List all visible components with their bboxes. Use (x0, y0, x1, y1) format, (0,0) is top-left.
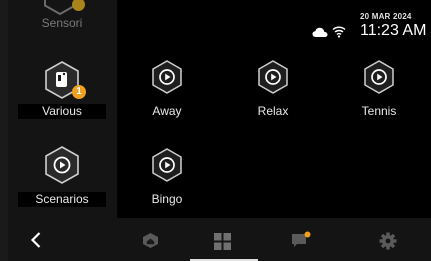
notification-dot (72, 0, 85, 11)
scene-label: Relax (257, 104, 289, 118)
scenario-hex-icon (45, 146, 79, 184)
category-panel: Sensori 1 Various Scenarios (8, 0, 117, 218)
nav-grid-button[interactable] (190, 218, 258, 261)
back-chevron-icon (30, 232, 41, 248)
nav-settings-button[interactable] (348, 218, 431, 261)
notification-badge: 1 (72, 85, 86, 99)
play-scene-icon (152, 148, 182, 182)
cloud-icon (312, 27, 328, 37)
nav-home-button[interactable] (118, 218, 188, 261)
chat-icon (292, 231, 311, 247)
date-text: 20 MAR 2024 (360, 12, 412, 21)
scene-label: Away (152, 104, 182, 118)
wifi-icon (332, 26, 346, 38)
category-label: Sensori (41, 16, 83, 30)
scene-label: Tennis (361, 104, 397, 118)
gear-icon (379, 232, 397, 250)
play-scene-icon (258, 60, 288, 94)
screen: Sensori 1 Various Scenarios 20 MAR 2024 … (8, 0, 431, 261)
play-scene-icon (152, 60, 182, 94)
play-scene-icon (364, 60, 394, 94)
scene-label: Bingo (151, 192, 183, 206)
category-label: Various (18, 104, 106, 119)
time-text: 11:23 AM (360, 22, 427, 39)
nav-chat-button[interactable] (260, 218, 340, 261)
category-label: Scenarios (18, 192, 106, 207)
bottom-nav (8, 218, 431, 261)
home-icon (143, 233, 158, 248)
back-button[interactable] (8, 218, 68, 261)
grid-icon (214, 233, 231, 250)
